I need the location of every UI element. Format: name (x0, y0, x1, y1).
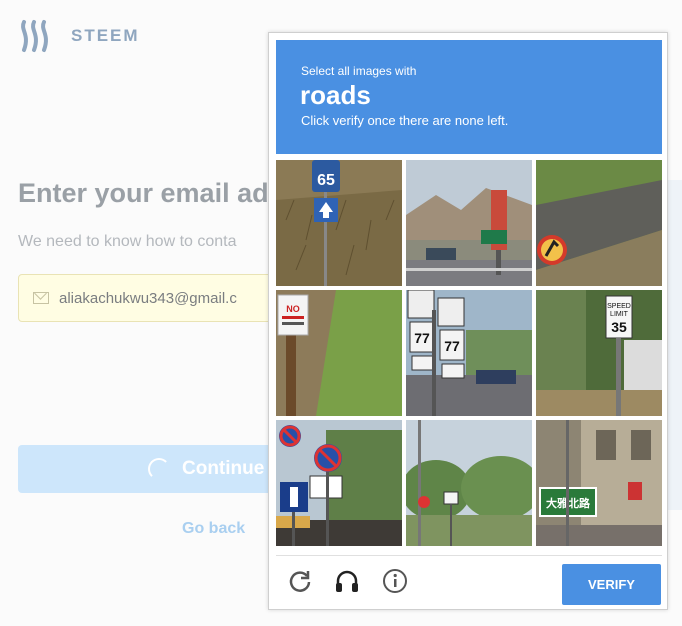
spinner-icon (148, 458, 170, 480)
captcha-tile-2[interactable] (406, 160, 532, 286)
instruction-suffix: Click verify once there are none left. (301, 113, 509, 128)
captcha-tile-7[interactable] (276, 420, 402, 546)
svg-text:SPEED: SPEED (607, 303, 631, 310)
go-back-link[interactable]: Go back (182, 520, 245, 538)
sign-text-65: 65 (317, 172, 335, 189)
headphones-icon (336, 570, 358, 592)
captcha-tile-8[interactable] (406, 420, 532, 546)
continue-label: Continue (182, 458, 265, 479)
svg-text:LIMIT: LIMIT (610, 311, 629, 318)
captcha-tile-5[interactable]: 77 77 (406, 290, 532, 416)
captcha-challenge: Select all images with roads Click verif… (268, 32, 668, 610)
reload-icon (289, 571, 311, 592)
reload-button[interactable] (286, 567, 314, 595)
captcha-tile-4[interactable]: NO (276, 290, 402, 416)
instruction-prefix: Select all images with (301, 64, 417, 78)
captcha-tile-6[interactable]: SPEED LIMIT 35 (536, 290, 662, 416)
page-title: Enter your email ad (18, 178, 269, 208)
sign-text-77: 77 (414, 330, 430, 346)
footer-divider (276, 555, 662, 556)
verify-button[interactable]: VERIFY (562, 564, 661, 605)
email-value: aliakachukwu343@gmail.c (59, 289, 237, 307)
captcha-tile-1[interactable]: 65 (276, 160, 402, 286)
steem-logo: STEEM (18, 16, 140, 56)
email-field[interactable]: aliakachukwu343@gmail.c (18, 274, 278, 322)
mail-icon (33, 292, 49, 304)
captcha-tile-3[interactable] (536, 160, 662, 286)
sign-text-no: NO (286, 304, 300, 314)
captcha-tile-9[interactable]: 大雅北路 (536, 420, 662, 546)
steem-logo-icon (21, 20, 48, 52)
svg-text:77: 77 (444, 338, 460, 354)
continue-button[interactable]: Continue (18, 445, 278, 493)
sign-text-35: 35 (611, 319, 627, 335)
info-icon (383, 569, 407, 593)
instruction-keyword: roads (300, 80, 371, 110)
page-subtitle: We need to know how to conta (18, 233, 237, 250)
captcha-header: Select all images with roads Click verif… (276, 40, 662, 154)
audio-challenge-button[interactable] (333, 567, 361, 595)
logo-text: STEEM (71, 26, 140, 45)
info-button[interactable] (381, 567, 409, 595)
